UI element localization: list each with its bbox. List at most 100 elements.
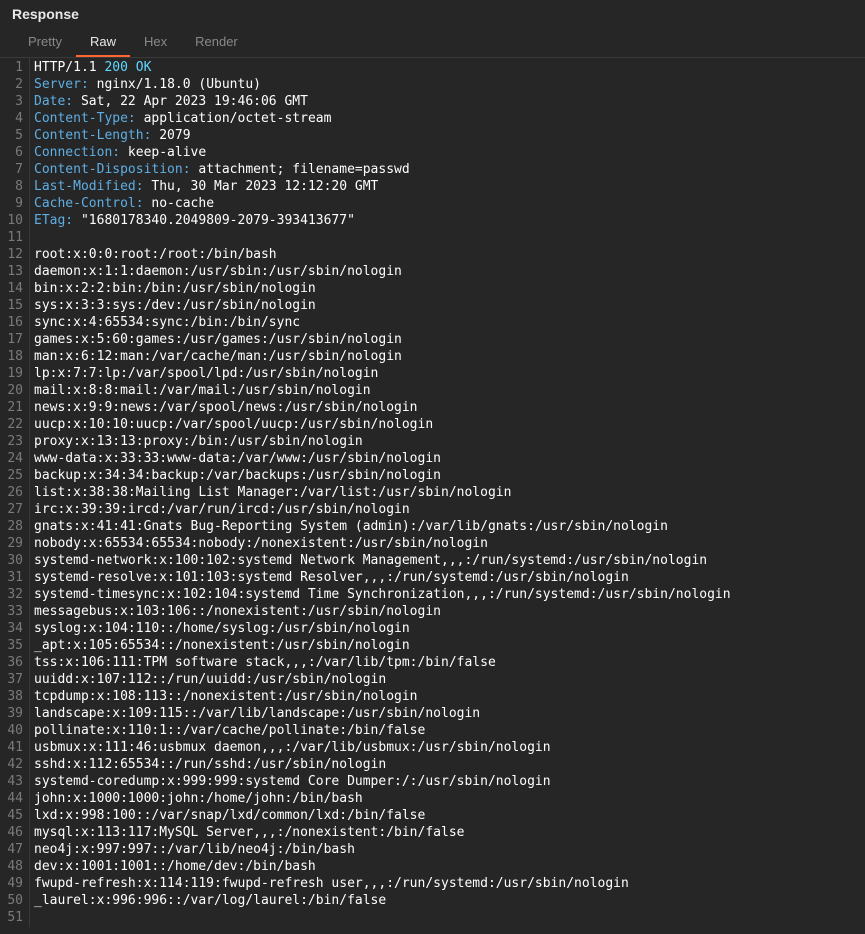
code-line: bin:x:2:2:bin:/bin:/usr/sbin/nologin (34, 280, 861, 297)
code-line (34, 229, 861, 246)
line-number: 40 (2, 722, 23, 739)
code-line: Content-Disposition: attachment; filenam… (34, 161, 861, 178)
line-number: 16 (2, 314, 23, 331)
code-line: Connection: keep-alive (34, 144, 861, 161)
line-number: 19 (2, 365, 23, 382)
code-line: sync:x:4:65534:sync:/bin:/bin/sync (34, 314, 861, 331)
line-gutter: 1234567891011121314151617181920212223242… (0, 58, 30, 927)
panel-title: Response (0, 0, 865, 28)
line-number: 42 (2, 756, 23, 773)
line-number: 12 (2, 246, 23, 263)
response-content[interactable]: 1234567891011121314151617181920212223242… (0, 58, 865, 927)
code-line: systemd-coredump:x:999:999:systemd Core … (34, 773, 861, 790)
code-line: _laurel:x:996:996::/var/log/laurel:/bin/… (34, 892, 861, 909)
code-line: Cache-Control: no-cache (34, 195, 861, 212)
line-number: 49 (2, 875, 23, 892)
response-body[interactable]: HTTP/1.1 200 OKServer: nginx/1.18.0 (Ubu… (30, 58, 865, 927)
line-number: 31 (2, 569, 23, 586)
code-line: usbmux:x:111:46:usbmux daemon,,,:/var/li… (34, 739, 861, 756)
code-line: sys:x:3:3:sys:/dev:/usr/sbin/nologin (34, 297, 861, 314)
line-number: 26 (2, 484, 23, 501)
line-number: 28 (2, 518, 23, 535)
line-number: 21 (2, 399, 23, 416)
line-number: 2 (2, 76, 23, 93)
line-number: 5 (2, 127, 23, 144)
line-number: 36 (2, 654, 23, 671)
code-line: games:x:5:60:games:/usr/games:/usr/sbin/… (34, 331, 861, 348)
line-number: 41 (2, 739, 23, 756)
line-number: 10 (2, 212, 23, 229)
line-number: 44 (2, 790, 23, 807)
code-line: www-data:x:33:33:www-data:/var/www:/usr/… (34, 450, 861, 467)
line-number: 37 (2, 671, 23, 688)
tab-render[interactable]: Render (181, 28, 252, 57)
code-line: gnats:x:41:41:Gnats Bug-Reporting System… (34, 518, 861, 535)
line-number: 18 (2, 348, 23, 365)
code-line: dev:x:1001:1001::/home/dev:/bin/bash (34, 858, 861, 875)
code-line: backup:x:34:34:backup:/var/backups:/usr/… (34, 467, 861, 484)
code-line: Server: nginx/1.18.0 (Ubuntu) (34, 76, 861, 93)
code-line: list:x:38:38:Mailing List Manager:/var/l… (34, 484, 861, 501)
line-number: 6 (2, 144, 23, 161)
code-line (34, 909, 861, 926)
code-line: mail:x:8:8:mail:/var/mail:/usr/sbin/nolo… (34, 382, 861, 399)
line-number: 15 (2, 297, 23, 314)
code-line: Content-Length: 2079 (34, 127, 861, 144)
code-line: neo4j:x:997:997::/var/lib/neo4j:/bin/bas… (34, 841, 861, 858)
code-line: uuidd:x:107:112::/run/uuidd:/usr/sbin/no… (34, 671, 861, 688)
code-line: _apt:x:105:65534::/nonexistent:/usr/sbin… (34, 637, 861, 654)
code-line: daemon:x:1:1:daemon:/usr/sbin:/usr/sbin/… (34, 263, 861, 280)
code-line: HTTP/1.1 200 OK (34, 59, 861, 76)
line-number: 34 (2, 620, 23, 637)
tab-raw[interactable]: Raw (76, 28, 130, 57)
line-number: 47 (2, 841, 23, 858)
line-number: 39 (2, 705, 23, 722)
code-line: landscape:x:109:115::/var/lib/landscape:… (34, 705, 861, 722)
code-line: ETag: "1680178340.2049809-2079-393413677… (34, 212, 861, 229)
tab-pretty[interactable]: Pretty (14, 28, 76, 57)
code-line: irc:x:39:39:ircd:/var/run/ircd:/usr/sbin… (34, 501, 861, 518)
line-number: 33 (2, 603, 23, 620)
line-number: 46 (2, 824, 23, 841)
line-number: 11 (2, 229, 23, 246)
code-line: lp:x:7:7:lp:/var/spool/lpd:/usr/sbin/nol… (34, 365, 861, 382)
line-number: 43 (2, 773, 23, 790)
line-number: 30 (2, 552, 23, 569)
line-number: 14 (2, 280, 23, 297)
line-number: 3 (2, 93, 23, 110)
code-line: Last-Modified: Thu, 30 Mar 2023 12:12:20… (34, 178, 861, 195)
code-line: tss:x:106:111:TPM software stack,,,:/var… (34, 654, 861, 671)
code-line: john:x:1000:1000:john:/home/john:/bin/ba… (34, 790, 861, 807)
code-line: man:x:6:12:man:/var/cache/man:/usr/sbin/… (34, 348, 861, 365)
line-number: 1 (2, 59, 23, 76)
line-number: 20 (2, 382, 23, 399)
line-number: 38 (2, 688, 23, 705)
line-number: 35 (2, 637, 23, 654)
response-tabs: Pretty Raw Hex Render (0, 28, 865, 58)
code-line: nobody:x:65534:65534:nobody:/nonexistent… (34, 535, 861, 552)
line-number: 45 (2, 807, 23, 824)
line-number: 51 (2, 909, 23, 926)
line-number: 32 (2, 586, 23, 603)
line-number: 50 (2, 892, 23, 909)
line-number: 29 (2, 535, 23, 552)
line-number: 22 (2, 416, 23, 433)
code-line: mysql:x:113:117:MySQL Server,,,:/nonexis… (34, 824, 861, 841)
code-line: fwupd-refresh:x:114:119:fwupd-refresh us… (34, 875, 861, 892)
line-number: 17 (2, 331, 23, 348)
line-number: 27 (2, 501, 23, 518)
line-number: 4 (2, 110, 23, 127)
code-line: syslog:x:104:110::/home/syslog:/usr/sbin… (34, 620, 861, 637)
line-number: 48 (2, 858, 23, 875)
code-line: systemd-network:x:100:102:systemd Networ… (34, 552, 861, 569)
line-number: 24 (2, 450, 23, 467)
code-line: root:x:0:0:root:/root:/bin/bash (34, 246, 861, 263)
line-number: 9 (2, 195, 23, 212)
tab-hex[interactable]: Hex (130, 28, 181, 57)
line-number: 23 (2, 433, 23, 450)
code-line: Date: Sat, 22 Apr 2023 19:46:06 GMT (34, 93, 861, 110)
line-number: 7 (2, 161, 23, 178)
code-line: systemd-timesync:x:102:104:systemd Time … (34, 586, 861, 603)
line-number: 25 (2, 467, 23, 484)
code-line: sshd:x:112:65534::/run/sshd:/usr/sbin/no… (34, 756, 861, 773)
